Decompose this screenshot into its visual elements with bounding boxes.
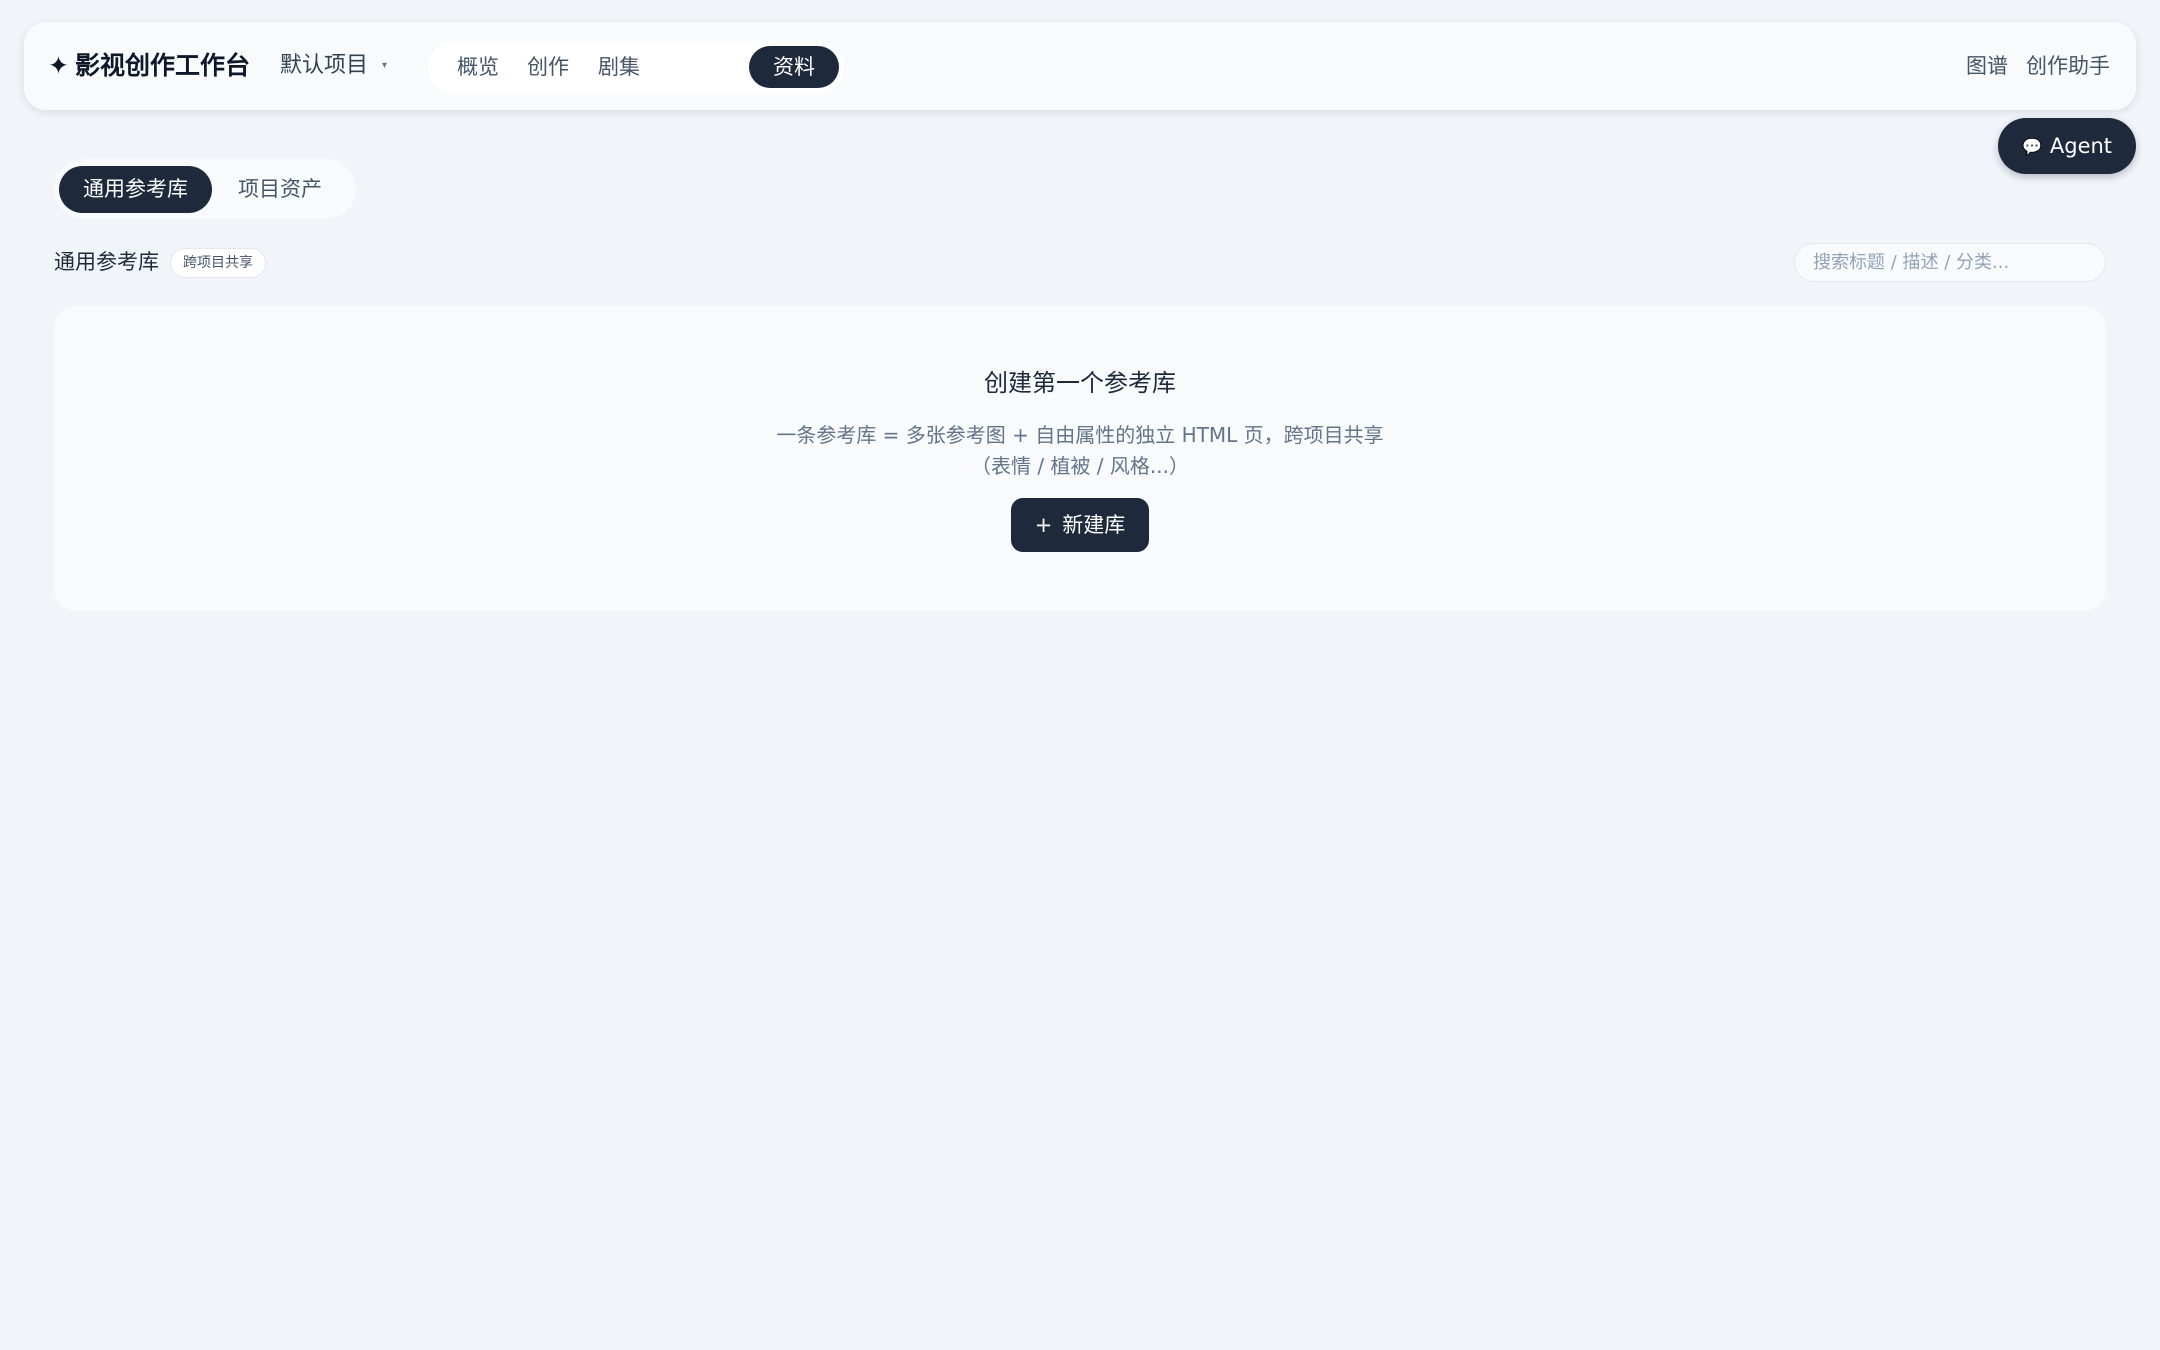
app-title: 影视创作工作台 xyxy=(74,51,250,80)
new-library-button-label: 新建库 xyxy=(1062,513,1126,537)
tab-general-library[interactable]: 通用参考库 xyxy=(59,166,212,213)
plus-icon: + xyxy=(1034,513,1053,537)
section-title: 通用参考库 xyxy=(54,250,159,274)
top-right-links: 图谱 创作助手 xyxy=(1948,22,2110,110)
agent-button-label: Agent xyxy=(2049,134,2113,158)
graph-link[interactable]: 图谱 xyxy=(1966,54,2008,78)
main-nav: 概览 创作 剧集 资料 xyxy=(428,41,844,93)
sparkle-icon: ✦ xyxy=(48,51,69,80)
app-brand: ✦ 影视创作工作台 xyxy=(48,22,250,110)
tab-project-assets[interactable]: 项目资产 xyxy=(214,166,346,213)
creation-assistant-link[interactable]: 创作助手 xyxy=(2026,54,2110,78)
shared-badge: 跨项目共享 xyxy=(170,248,266,278)
new-library-button[interactable]: + 新建库 xyxy=(1011,498,1149,552)
empty-state-title: 创建第一个参考库 xyxy=(984,369,1176,397)
chat-bubble-icon: 💬 xyxy=(2021,137,2042,156)
tab-materials[interactable]: 资料 xyxy=(749,46,839,88)
project-selector[interactable]: 默认项目 ▾ xyxy=(280,22,387,110)
empty-state-card: 创建第一个参考库 一条参考库 = 多张参考图 + 自由属性的独立 HTML 页，… xyxy=(54,306,2106,611)
tab-episodes[interactable]: 剧集 xyxy=(574,46,664,88)
agent-button[interactable]: 💬 Agent xyxy=(1998,118,2136,174)
chevron-down-icon: ▾ xyxy=(382,60,388,71)
search-input[interactable] xyxy=(1794,243,2106,282)
top-bar: ✦ 影视创作工作台 默认项目 ▾ 概览 创作 剧集 资料 图谱 创作助手 xyxy=(24,22,2136,110)
library-tabs: 通用参考库 项目资产 xyxy=(54,159,356,219)
empty-state-description: 一条参考库 = 多张参考图 + 自由属性的独立 HTML 页，跨项目共享（表情 … xyxy=(776,423,1384,478)
project-selector-label: 默认项目 xyxy=(280,53,369,78)
